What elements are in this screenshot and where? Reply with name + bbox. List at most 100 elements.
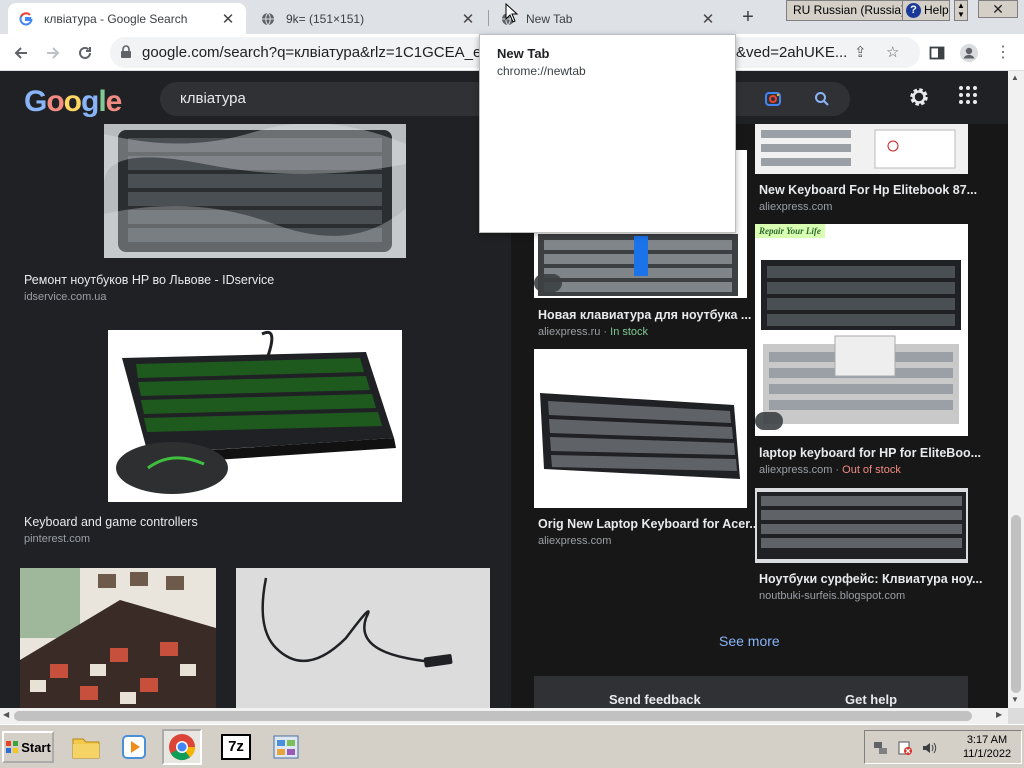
side-panel-button[interactable] bbox=[924, 40, 950, 66]
result-title[interactable]: Keyboard and game controllers bbox=[24, 515, 198, 529]
scrollbar-thumb[interactable] bbox=[14, 711, 972, 721]
sevenzip-button[interactable]: 7z bbox=[216, 729, 256, 765]
tab-separator bbox=[488, 10, 489, 26]
tab-google-search[interactable]: клвіатура - Google Search ✕ bbox=[8, 3, 246, 34]
result-source: aliexpress.com · Out of stock bbox=[759, 464, 901, 476]
lock-icon bbox=[121, 45, 131, 58]
result-source: aliexpress.com bbox=[759, 201, 833, 213]
arrow-left-icon bbox=[14, 47, 27, 59]
result-title[interactable]: Новая клавиатура для ноутбука ... bbox=[538, 308, 751, 322]
profile-button[interactable] bbox=[956, 40, 982, 66]
logo-letter: g bbox=[81, 85, 99, 118]
taskbar: Start 7z 3:17 AM 11/1/2022 bbox=[0, 724, 1024, 768]
star-icon[interactable]: ☆ bbox=[886, 43, 899, 61]
see-more-link[interactable]: See more bbox=[719, 633, 780, 649]
result-source: pinterest.com bbox=[24, 533, 91, 545]
help-icon: ? bbox=[906, 3, 921, 18]
hover-card-url: chrome://newtab bbox=[497, 64, 586, 78]
tab-image[interactable]: 9k= (151×151) ✕ bbox=[250, 3, 486, 34]
result-title[interactable]: laptop keyboard for HP for EliteBoo... bbox=[759, 446, 981, 460]
result-image-hp-keyboard-repair[interactable]: Repair Your Life bbox=[755, 224, 968, 436]
back-button[interactable] bbox=[8, 40, 34, 66]
forward-button[interactable] bbox=[40, 40, 66, 66]
clock-date: 11/1/2022 bbox=[962, 748, 1012, 760]
send-feedback-link[interactable]: Send feedback bbox=[609, 692, 701, 707]
result-source: aliexpress.com bbox=[538, 535, 612, 547]
start-button[interactable]: Start bbox=[2, 731, 54, 763]
result-image-acer-keyboard[interactable] bbox=[534, 349, 747, 508]
result-image-gaming-keyboard[interactable] bbox=[108, 330, 402, 502]
search-icon[interactable] bbox=[814, 91, 830, 107]
google-apps-grid-icon[interactable] bbox=[958, 85, 982, 109]
media-player-icon bbox=[122, 735, 146, 759]
start-label: Start bbox=[21, 739, 51, 755]
clock[interactable]: 3:17 AM 11/1/2022 bbox=[955, 733, 1019, 761]
help-button[interactable]: ? Help bbox=[902, 0, 950, 21]
result-title[interactable]: New Keyboard For Hp Elitebook 87... bbox=[759, 183, 977, 197]
windows-logo-icon bbox=[6, 741, 19, 753]
help-label: Help bbox=[924, 3, 949, 17]
close-tab-icon[interactable]: ✕ bbox=[220, 10, 236, 28]
control-panel-icon bbox=[273, 735, 299, 759]
logo-letter: l bbox=[98, 85, 106, 118]
product-tag-icon bbox=[534, 274, 562, 292]
media-player-button[interactable] bbox=[114, 729, 154, 765]
clock-time: 3:17 AM bbox=[966, 734, 1008, 746]
result-image-usb-cable[interactable] bbox=[236, 568, 490, 708]
settings-gear-icon[interactable] bbox=[906, 84, 934, 112]
side-panel-icon bbox=[929, 46, 945, 60]
scroll-down-arrow-icon[interactable]: ▼ bbox=[1011, 695, 1019, 704]
vertical-scrollbar[interactable]: ▲ ▼ bbox=[1008, 71, 1024, 708]
window-close-button[interactable]: ✕ bbox=[978, 0, 1018, 18]
scroll-left-arrow-icon[interactable]: ◀ bbox=[3, 710, 9, 719]
globe-icon bbox=[260, 11, 276, 27]
chrome-menu-button[interactable]: ⋮ bbox=[990, 40, 1016, 66]
url-text: google.com/search?q=клвіатура&rlz=1C1GCE… bbox=[142, 44, 511, 61]
result-image-wrapped-keyboard[interactable] bbox=[104, 124, 406, 258]
chrome-taskbar-button[interactable] bbox=[162, 729, 202, 765]
result-image-keyboard-bedding[interactable] bbox=[20, 568, 216, 708]
result-source: noutbuki-surfeis.blogspot.com bbox=[759, 590, 906, 602]
result-title[interactable]: Orig New Laptop Keyboard for Acer... bbox=[538, 517, 760, 531]
file-explorer-button[interactable] bbox=[66, 729, 106, 765]
result-image-surface-keyboard[interactable] bbox=[755, 488, 968, 563]
search-query-text: клвіатура bbox=[180, 90, 246, 107]
share-icon[interactable]: ⇪ bbox=[854, 43, 867, 61]
close-tab-icon[interactable]: ✕ bbox=[700, 10, 716, 28]
result-image-hp-elitebook-keyboard[interactable] bbox=[755, 124, 968, 174]
security-alert-icon[interactable] bbox=[897, 740, 913, 756]
tab-title: 9k= (151×151) bbox=[286, 11, 365, 26]
lens-icon[interactable] bbox=[764, 90, 782, 108]
scrollbar-thumb[interactable] bbox=[1011, 515, 1021, 693]
new-tab-button[interactable]: + bbox=[736, 6, 760, 30]
scroll-right-arrow-icon[interactable]: ▶ bbox=[996, 710, 1002, 719]
sevenzip-icon: 7z bbox=[221, 734, 251, 760]
mouse-cursor-icon bbox=[505, 3, 519, 23]
language-bar-options-button[interactable]: ▲ ▼ bbox=[954, 0, 968, 21]
hover-card-title: New Tab bbox=[497, 46, 550, 61]
control-panel-button[interactable] bbox=[266, 729, 306, 765]
google-logo[interactable]: Google bbox=[24, 85, 122, 119]
tab-title: клвіатура - Google Search bbox=[44, 11, 188, 26]
profile-avatar-icon bbox=[960, 44, 978, 62]
scrollbar-corner bbox=[1008, 708, 1024, 724]
network-icon[interactable] bbox=[873, 740, 889, 756]
volume-icon[interactable] bbox=[921, 740, 937, 756]
tab-title: New Tab bbox=[526, 11, 573, 26]
arrow-right-icon bbox=[47, 47, 60, 59]
scroll-up-arrow-icon[interactable]: ▲ bbox=[1011, 73, 1019, 82]
result-title[interactable]: Ремонт ноутбуков HP во Львове - IDservic… bbox=[24, 273, 274, 287]
image-watermark: Repair Your Life bbox=[755, 224, 825, 238]
tab-new-tab[interactable]: New Tab ✕ bbox=[490, 3, 726, 34]
horizontal-scrollbar[interactable]: ◀ ▶ bbox=[0, 708, 1008, 724]
get-help-link[interactable]: Get help bbox=[845, 692, 897, 707]
close-tab-icon[interactable]: ✕ bbox=[460, 10, 476, 28]
logo-letter: o bbox=[46, 85, 64, 118]
result-source: idservice.com.ua bbox=[24, 291, 107, 303]
language-indicator[interactable]: RU Russian (Russia) bbox=[786, 0, 913, 21]
system-tray: 3:17 AM 11/1/2022 bbox=[864, 730, 1022, 764]
google-favicon-icon bbox=[18, 11, 34, 27]
results-footer: Send feedback Get help bbox=[534, 676, 968, 708]
result-title[interactable]: Ноутбуки сурфейс: Клвиатура ноу... bbox=[759, 572, 982, 586]
reload-button[interactable] bbox=[72, 40, 98, 66]
